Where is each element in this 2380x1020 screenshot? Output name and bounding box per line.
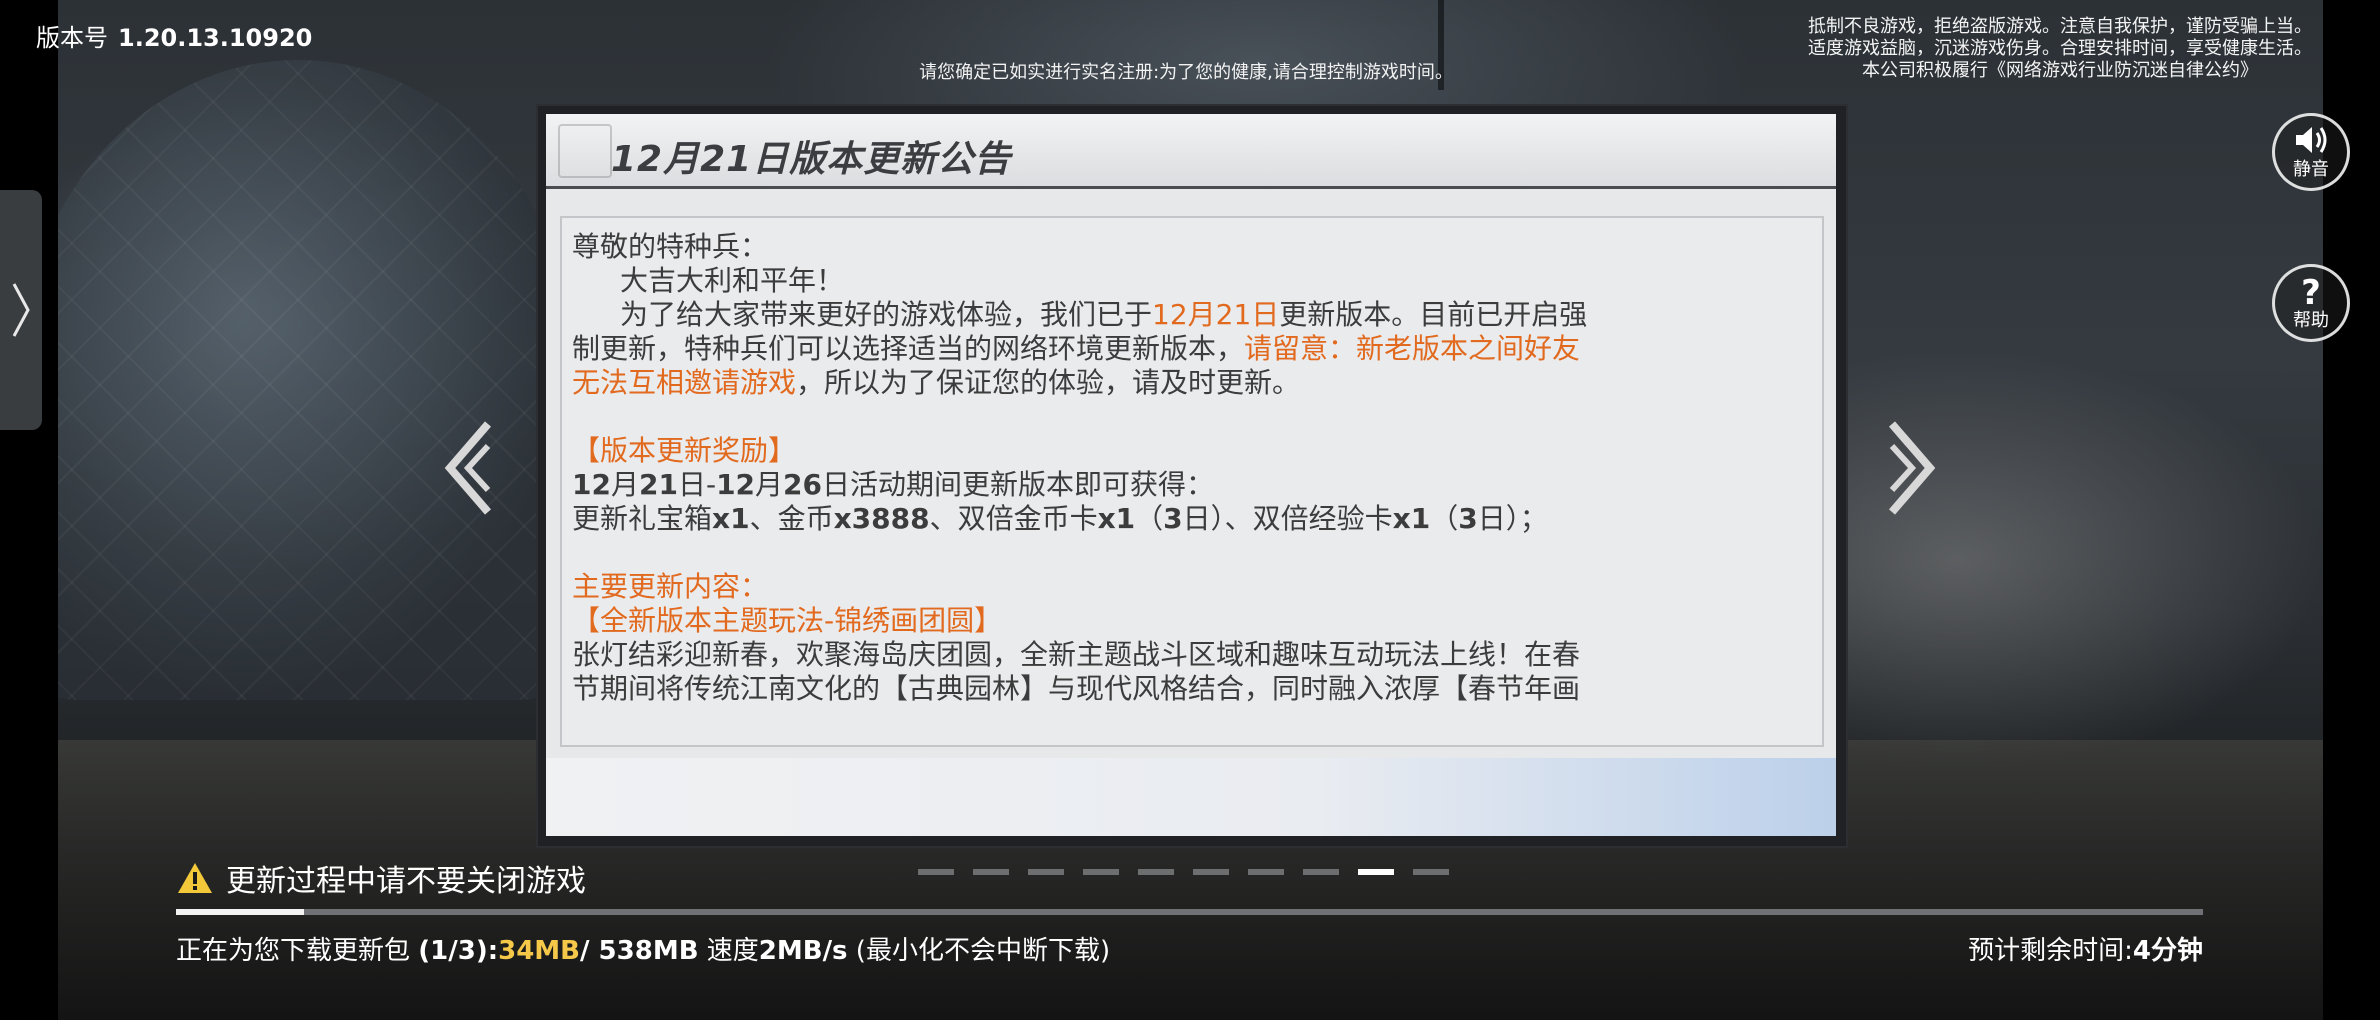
double-chevron-left-icon <box>444 421 492 515</box>
page-indicator <box>918 869 1449 875</box>
page-dot[interactable] <box>1413 869 1449 875</box>
side-drawer-handle[interactable] <box>0 190 42 430</box>
eta: 预计剩余时间:4分钟 <box>1968 930 2203 967</box>
prev-page-arrow[interactable] <box>438 418 498 518</box>
page-dot[interactable] <box>1083 869 1119 875</box>
health-line-2: 适度游戏益脑，沉迷游戏伤身。合理安排时间，享受健康生活。 <box>1808 38 2312 59</box>
paragraph-line-1: 为了给大家带来更好的游戏体验，我们已于12月21日更新版本。目前已开启强 <box>620 298 1588 331</box>
download-prefix: 正在为您下载更新包 <box>176 936 419 966</box>
double-chevron-right-icon <box>1888 421 1936 515</box>
page-dot[interactable] <box>1193 869 1229 875</box>
announcement-footer <box>546 758 1836 836</box>
update-warning-text: 更新过程中请不要关闭游戏 <box>226 864 586 899</box>
reward-list: 更新礼宝箱x1、金币x3888、双倍金币卡x1（3日）、双倍经验卡x1（3日）； <box>572 502 1548 535</box>
version-number: 1.20.13.10920 <box>118 24 313 52</box>
header-decoration <box>558 124 612 178</box>
mute-button[interactable]: 静音 <box>2272 113 2350 191</box>
mode-paragraph-line-2: 节期间将传统江南文化的【古典园林】与现代风格结合，同时融入浓厚【春节年画 <box>572 672 1581 704</box>
reward-title: 【版本更新奖励】 <box>572 434 797 467</box>
dome-structure <box>58 60 578 700</box>
question-icon: ? <box>2301 274 2321 308</box>
mute-label: 静音 <box>2293 159 2329 180</box>
health-notice: 抵制不良游戏，拒绝盗版游戏。注意自我保护，谨防受骗上当。 适度游戏益脑，沉迷游戏… <box>1770 16 2350 82</box>
announcement-panel: 12月21日版本更新公告 尊敬的特种兵： 大吉大利和平年！ 为了给大家带来更好的… <box>536 104 1848 848</box>
speaker-icon <box>2296 127 2327 153</box>
download-part: (1/3): <box>418 936 499 966</box>
page-dot[interactable] <box>1358 869 1394 875</box>
mode-title: 【全新版本主题玩法-锦绣画团圆】 <box>572 604 1003 637</box>
eta-value: 4分钟 <box>2132 936 2203 966</box>
paragraph-line-2: 制更新，特种兵们可以选择适当的网络环境更新版本，请留意：新老版本之间好友 <box>572 332 1581 365</box>
main-content-title: 主要更新内容： <box>572 570 769 603</box>
page-dot[interactable] <box>973 869 1009 875</box>
announcement-title: 12月21日版本更新公告 <box>611 139 1012 180</box>
paragraph-line-3: 无法互相邀请游戏，所以为了保证您的体验，请及时更新。 <box>572 366 1301 399</box>
chevron-right-icon <box>12 283 30 337</box>
next-page-arrow[interactable] <box>1882 418 1942 518</box>
page-dot[interactable] <box>1138 869 1174 875</box>
update-warning: 更新过程中请不要关闭游戏 <box>176 856 586 900</box>
realname-notice-text: 请您确定已如实进行实名注册:为了您的健康,请合理控制游戏时间。 <box>919 62 1453 83</box>
svg-text:?: ? <box>2301 274 2321 308</box>
announcement-card: 12月21日版本更新公告 尊敬的特种兵： 大吉大利和平年！ 为了给大家带来更好的… <box>546 114 1836 836</box>
download-speed: 2MB/s <box>758 936 848 966</box>
download-done: 34MB <box>498 936 580 966</box>
page-dot[interactable] <box>1028 869 1064 875</box>
reward-period: 12月21日-12月26日活动期间更新版本即可获得： <box>572 468 1215 501</box>
download-progress-fill <box>176 909 304 915</box>
download-sep: / <box>579 936 599 966</box>
health-line-1: 抵制不良游戏，拒绝盗版游戏。注意自我保护，谨防受骗上当。 <box>1808 16 2312 37</box>
download-speed-label: 速度 <box>698 936 759 966</box>
download-note: (最小化不会中断下载) <box>847 936 1111 966</box>
warning-icon <box>178 863 212 893</box>
mode-paragraph-line-1: 张灯结彩迎新春，欢聚海岛庆团圆，全新主题战斗区域和趣味互动玩法上线！在春 <box>572 638 1581 671</box>
greeting: 尊敬的特种兵： <box>572 230 769 263</box>
wish: 大吉大利和平年！ <box>620 264 845 297</box>
help-button[interactable]: ? 帮助 <box>2272 264 2350 342</box>
help-label: 帮助 <box>2293 310 2329 331</box>
page-dot[interactable] <box>1248 869 1284 875</box>
version-info: 版本号 1.20.13.10920 <box>36 18 312 53</box>
health-line-3: 本公司积极履行《网络游戏行业防沉迷自律公约》 <box>1862 60 2258 81</box>
announcement-header: 12月21日版本更新公告 <box>546 114 1836 189</box>
download-status: 正在为您下载更新包 (1/3):34MB/ 538MB 速度2MB/s (最小化… <box>176 930 1110 967</box>
eta-label: 预计剩余时间: <box>1968 936 2133 966</box>
page-dot[interactable] <box>1303 869 1339 875</box>
page-dot[interactable] <box>918 869 954 875</box>
download-progress-bar <box>176 909 2203 915</box>
version-label: 版本号 <box>36 24 108 52</box>
announcement-content[interactable]: 尊敬的特种兵： 大吉大利和平年！ 为了给大家带来更好的游戏体验，我们已于12月2… <box>572 230 1812 704</box>
download-total: 538MB <box>598 936 699 966</box>
